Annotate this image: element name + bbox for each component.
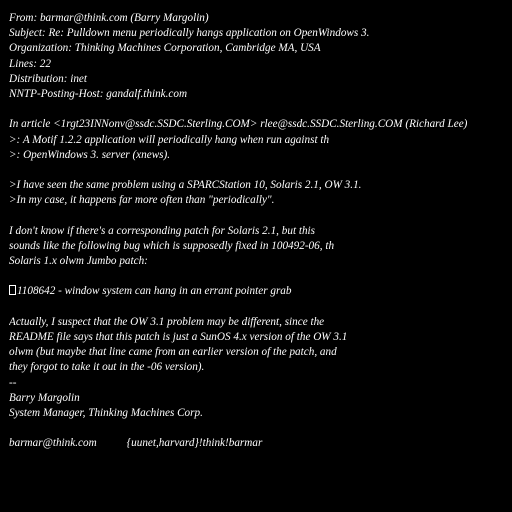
quoted-line: >I have seen the same problem using a SP… [9,179,362,192]
header-organization: Organization: Thinking Machines Corporat… [9,42,321,55]
header-from: From: barmar@think.com (Barry Margolin) [9,12,209,24]
body-line: README file says that this patch is just… [9,330,348,343]
quoted-line: >: A Motif 1.2.2 application will period… [9,133,330,146]
header-distribution: Distribution: inet [9,72,88,85]
missing-glyph-box-icon [9,285,16,296]
signature-title: System Manager, Thinking Machines Corp. [9,406,203,419]
signature: -- Barry Margolin System Manager, Thinki… [9,376,509,452]
quoted-reply-block: >I have seen the same problem using a SP… [9,178,509,208]
body-line: they forgot to take it out in the -06 ve… [9,361,205,374]
signature-contact: barmar@think.com {uunet,harvard}!think!ba… [9,436,509,451]
header-subject: Subject: Re: Pulldown menu periodically … [9,27,370,40]
quoted-line: >In my case, it happens far more often t… [9,194,275,207]
bug-text: 1108642 - window system can hang in an e… [17,285,292,298]
article-headers: From: barmar@think.com (Barry Margolin) … [9,11,509,102]
signature-name: Barry Margolin [9,391,80,404]
signature-email: barmar@think.com [9,437,97,450]
news-article: From: barmar@think.com (Barry Margolin) … [9,11,509,451]
body-line: olwm (but maybe that line came from an e… [9,346,337,359]
body-line: I don't know if there's a corresponding … [9,224,316,237]
header-nntp-host: NNTP-Posting-Host: gandalf.think.com [9,87,188,100]
signature-uucp: {uunet,harvard}!think!barmar [126,437,263,450]
body-paragraph: I don't know if there's a corresponding … [9,224,509,270]
quoted-line: >: OpenWindows 3. server (xnews). [9,148,171,161]
body-line: Actually, I suspect that the OW 3.1 prob… [9,315,325,328]
header-lines: Lines: 22 [9,57,51,70]
bug-entry: 1108642 - window system can hang in an e… [9,284,509,299]
body-paragraph: Actually, I suspect that the OW 3.1 prob… [9,315,509,376]
quote-attribution: In article <1rgt23INNonv@ssdc.SSDC.Sterl… [9,118,468,131]
signature-separator: -- [9,376,17,389]
quoted-attribution-block: In article <1rgt23INNonv@ssdc.SSDC.Sterl… [9,117,509,163]
body-line: sounds like the following bug which is s… [9,239,335,252]
body-line: Solaris 1.x olwm Jumbo patch: [9,255,148,267]
